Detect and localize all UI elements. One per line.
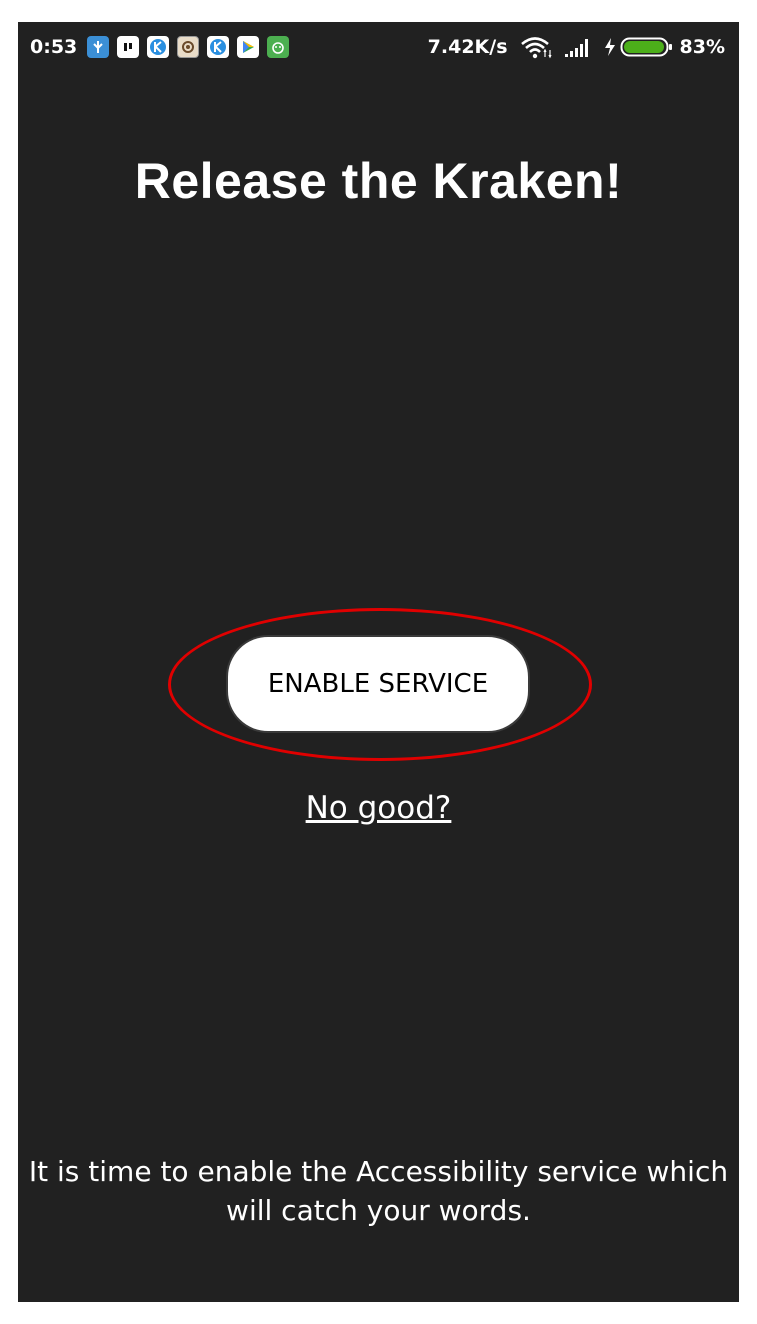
footer-description: It is time to enable the Accessibility s… [18, 1152, 739, 1230]
footer-line-1: It is time to enable the Accessibility s… [28, 1155, 729, 1188]
k-app-icon-2 [207, 36, 230, 58]
android-app-icon [267, 36, 290, 58]
footer-line-2: will catch your words. [226, 1194, 531, 1227]
signal-icon [564, 36, 594, 58]
battery-icon [620, 36, 674, 58]
wifi-icon [520, 35, 554, 59]
status-time: 0:53 [30, 36, 78, 58]
enable-service-button[interactable]: ENABLE SERVICE [226, 635, 530, 733]
photo-app-icon [177, 36, 200, 58]
status-bar: 0:53 7.42K/s 83% [18, 22, 739, 72]
status-bar-right: 7.42K/s 83% [428, 35, 725, 59]
status-bar-left: 0:53 [30, 36, 297, 58]
no-good-link[interactable]: No good? [18, 790, 739, 826]
vpn-icon [87, 36, 110, 58]
battery-percent: 83% [679, 36, 725, 58]
charging-icon [604, 37, 616, 57]
play-store-icon [237, 36, 260, 58]
enable-service-label: ENABLE SERVICE [267, 669, 489, 699]
app-screen: 0:53 7.42K/s 83% Release the Kraken! ENA… [18, 22, 739, 1302]
network-speed: 7.42K/s [427, 36, 508, 58]
page-title: Release the Kraken! [134, 153, 623, 209]
app-icon [117, 36, 140, 58]
k-app-icon [147, 36, 170, 58]
